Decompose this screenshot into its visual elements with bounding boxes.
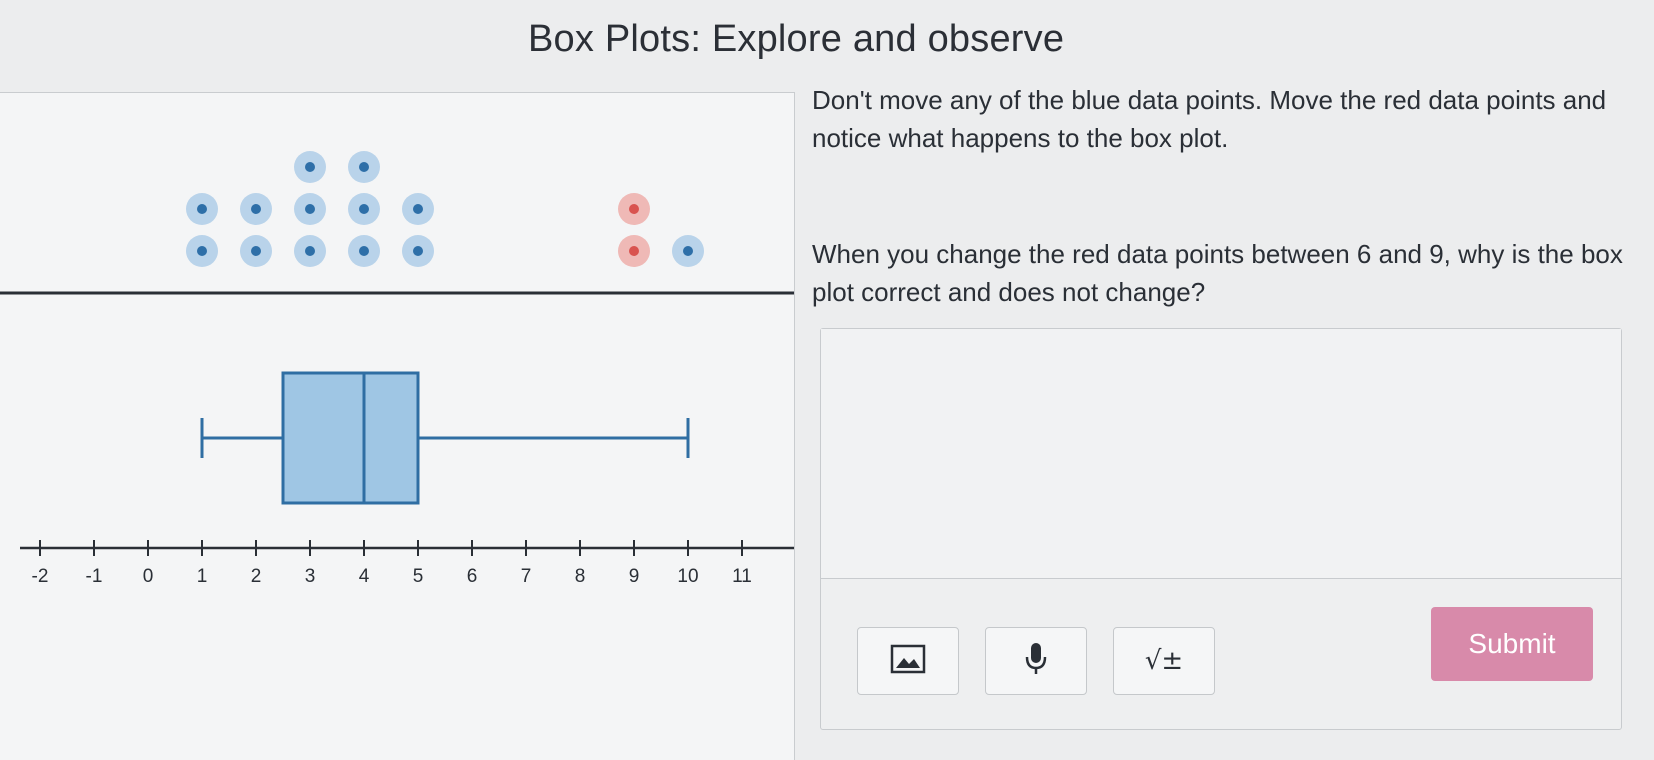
red-data-point[interactable] (618, 235, 650, 267)
blue-data-point[interactable] (348, 235, 380, 267)
voice-input-button[interactable] (985, 627, 1087, 695)
question-text: When you change the red data points betw… (812, 239, 1623, 307)
axis-tick-label: 0 (143, 566, 154, 587)
blue-data-point-center (359, 246, 369, 256)
axis-tick-label: 5 (413, 566, 424, 587)
blue-data-point[interactable] (348, 193, 380, 225)
blue-data-point[interactable] (402, 235, 434, 267)
blue-data-point[interactable] (672, 235, 704, 267)
red-data-point[interactable] (618, 193, 650, 225)
dot-plot (186, 151, 704, 267)
red-data-point-center (629, 204, 639, 214)
blue-data-point-center (359, 204, 369, 214)
insert-image-button[interactable] (857, 627, 959, 695)
instruction-text-1: Don't move any of the blue data points. … (812, 85, 1607, 153)
axis-tick-label: 10 (677, 566, 698, 587)
blue-data-point-center (413, 204, 423, 214)
box-plot-box (281, 371, 420, 505)
answer-input[interactable] (821, 329, 1621, 579)
axis-tick-label: 7 (521, 566, 532, 587)
blue-data-point[interactable] (348, 151, 380, 183)
blue-data-point-center (359, 162, 369, 172)
axis-tick-label: -1 (86, 566, 103, 587)
submit-button[interactable]: Submit (1431, 607, 1593, 681)
blue-data-point-center (305, 246, 315, 256)
blue-data-point[interactable] (240, 235, 272, 267)
axis-tick-label: 3 (305, 566, 316, 587)
axis-tick-label: 1 (197, 566, 208, 587)
blue-data-point-center (197, 246, 207, 256)
box-plot (200, 371, 690, 505)
red-data-point-center (629, 246, 639, 256)
image-icon (890, 644, 926, 679)
blue-data-point-center (251, 246, 261, 256)
number-line-axis: -2 -1 0 1 2 3 4 5 6 7 8 9 10 11 (20, 540, 794, 587)
blue-data-point[interactable] (294, 193, 326, 225)
page: Box Plots: Explore and observe -2 -1 0 1 2 3 4… (0, 0, 1654, 760)
page-title: Box Plots: Explore and observe (528, 18, 1065, 60)
blue-data-point-center (251, 204, 261, 214)
blue-data-point[interactable] (402, 193, 434, 225)
dot-plot-panel: -2 -1 0 1 2 3 4 5 6 7 8 9 10 11 (0, 92, 795, 760)
axis-tick-label: 9 (629, 566, 640, 587)
blue-data-point[interactable] (186, 235, 218, 267)
axis-tick-label: 8 (575, 566, 586, 587)
axis-tick-label: 2 (251, 566, 262, 587)
box-plot-chart: -2 -1 0 1 2 3 4 5 6 7 8 9 10 11 (0, 151, 794, 587)
blue-data-point-center (305, 162, 315, 172)
math-input-button[interactable]: √± (1113, 627, 1215, 695)
answer-box: √± Submit (820, 328, 1622, 730)
blue-data-point[interactable] (294, 151, 326, 183)
blue-data-point-center (683, 246, 693, 256)
microphone-icon (1022, 641, 1050, 682)
blue-data-point-center (413, 246, 423, 256)
math-icon: √± (1144, 646, 1184, 676)
blue-data-point[interactable] (240, 193, 272, 225)
axis-tick-label: 6 (467, 566, 478, 587)
axis-tick-label: -2 (32, 566, 49, 587)
blue-data-point-center (197, 204, 207, 214)
blue-data-point[interactable] (294, 235, 326, 267)
axis-tick-label: 11 (732, 566, 752, 587)
axis-tick-label: 4 (359, 566, 370, 587)
blue-data-point[interactable] (186, 193, 218, 225)
blue-data-point-center (305, 204, 315, 214)
